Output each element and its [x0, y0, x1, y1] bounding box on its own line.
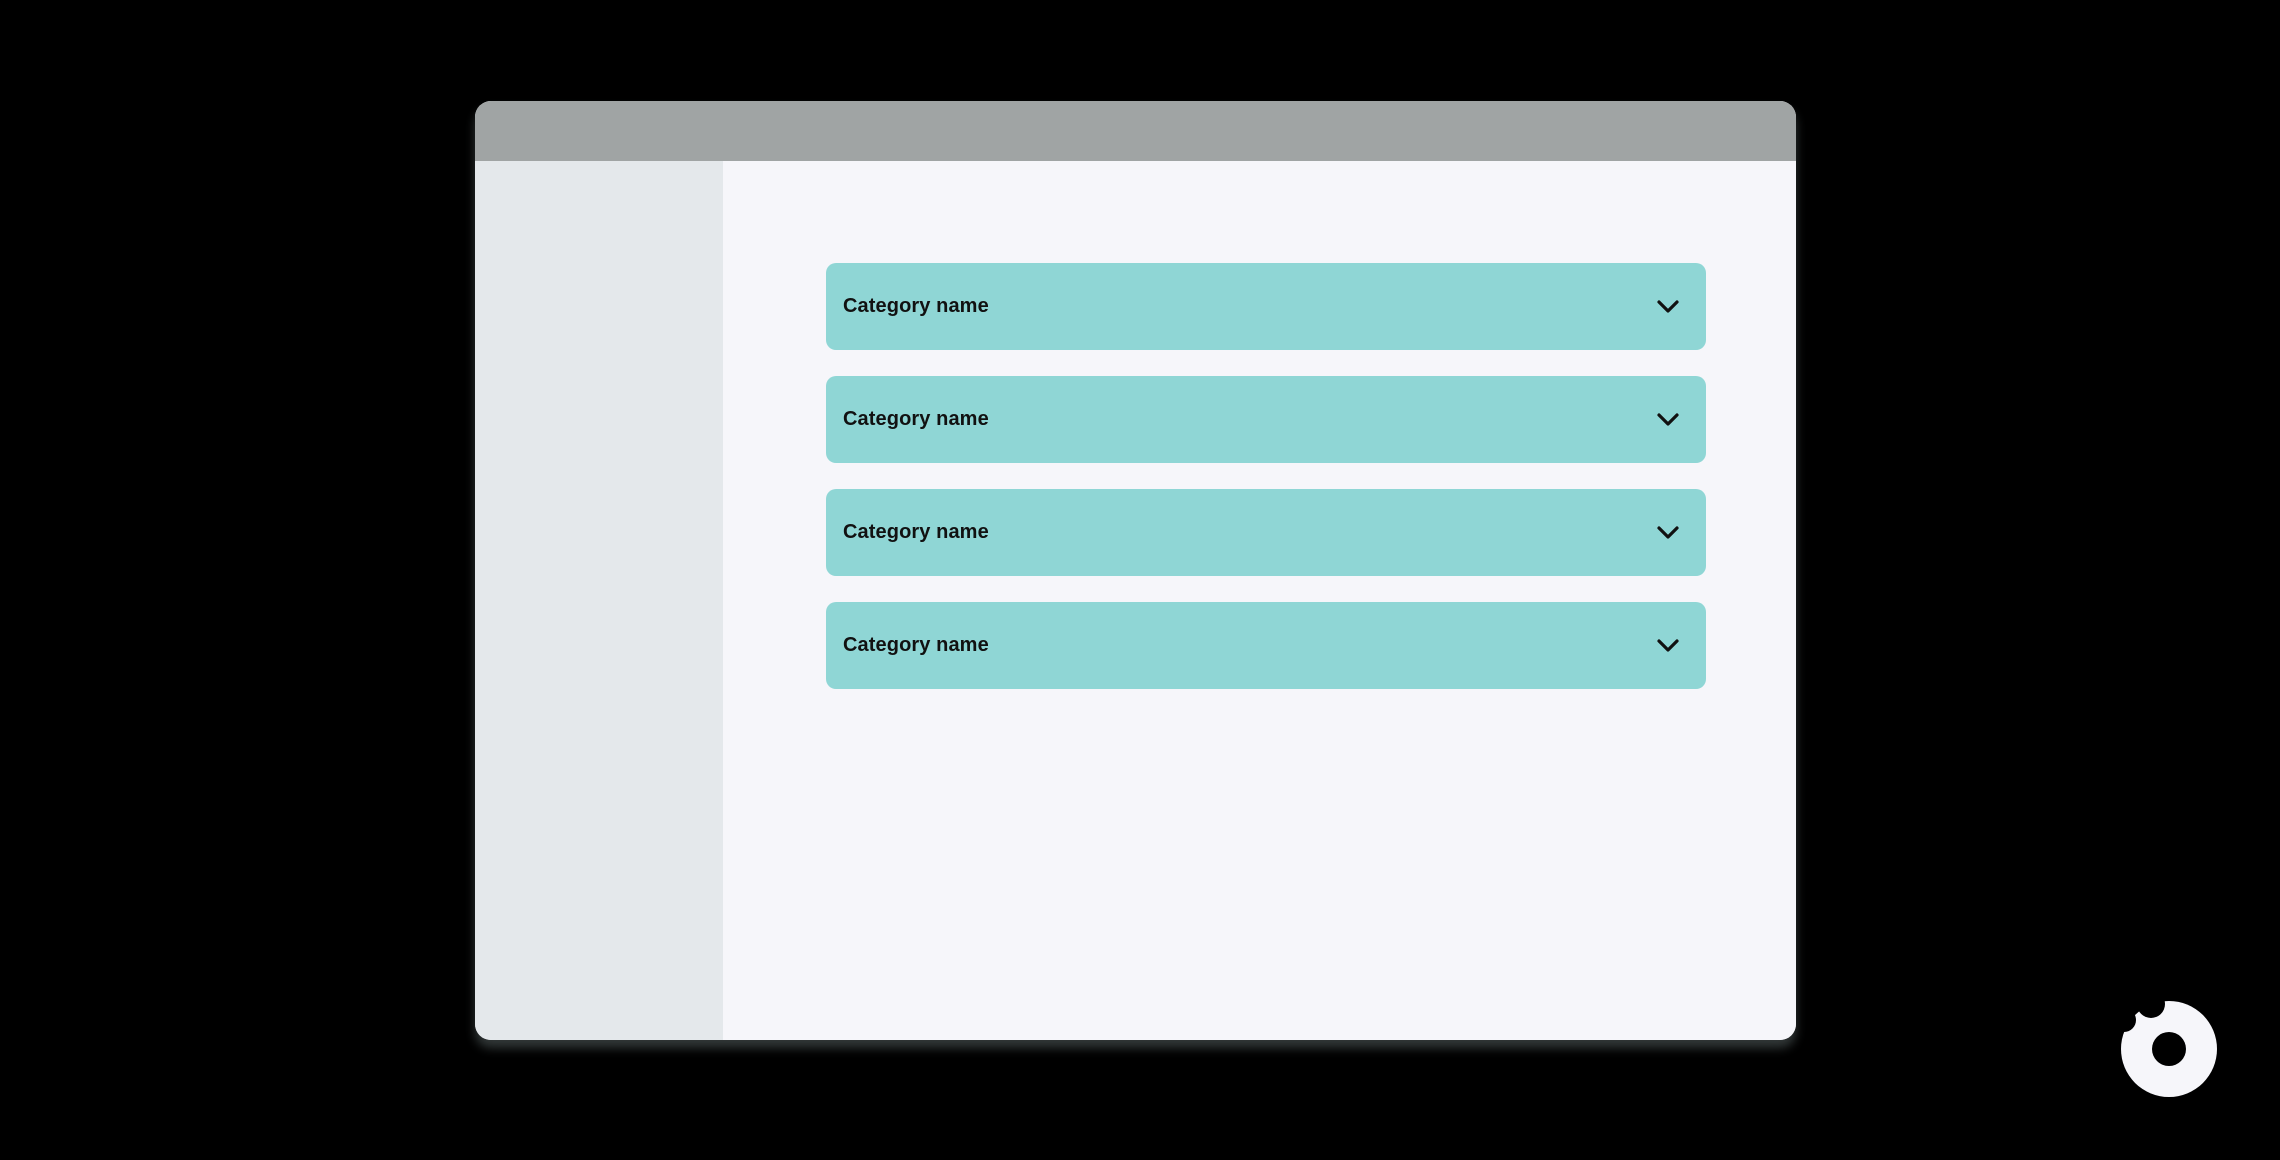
donut-logo-icon: [2118, 998, 2218, 1098]
accordion-item-category[interactable]: Category name: [826, 263, 1706, 350]
accordion-item-category[interactable]: Category name: [826, 489, 1706, 576]
category-accordion: Category name Category name Category nam…: [826, 263, 1706, 715]
main-content: Category name Category name Category nam…: [723, 161, 1796, 1040]
chevron-down-icon[interactable]: [1656, 638, 1680, 654]
accordion-item-label: Category name: [843, 521, 989, 543]
accordion-item-label: Category name: [843, 634, 989, 656]
accordion-item-label: Category name: [843, 295, 989, 317]
chevron-down-icon[interactable]: [1656, 299, 1680, 315]
accordion-item-category[interactable]: Category name: [826, 376, 1706, 463]
chevron-down-icon[interactable]: [1656, 412, 1680, 428]
title-bar: [475, 101, 1796, 161]
stage: Category name Category name Category nam…: [0, 0, 2280, 1160]
sidebar: [475, 161, 723, 1040]
accordion-item-category[interactable]: Category name: [826, 602, 1706, 689]
chevron-down-icon[interactable]: [1656, 525, 1680, 541]
accordion-item-label: Category name: [843, 408, 989, 430]
app-window: Category name Category name Category nam…: [475, 101, 1796, 1040]
